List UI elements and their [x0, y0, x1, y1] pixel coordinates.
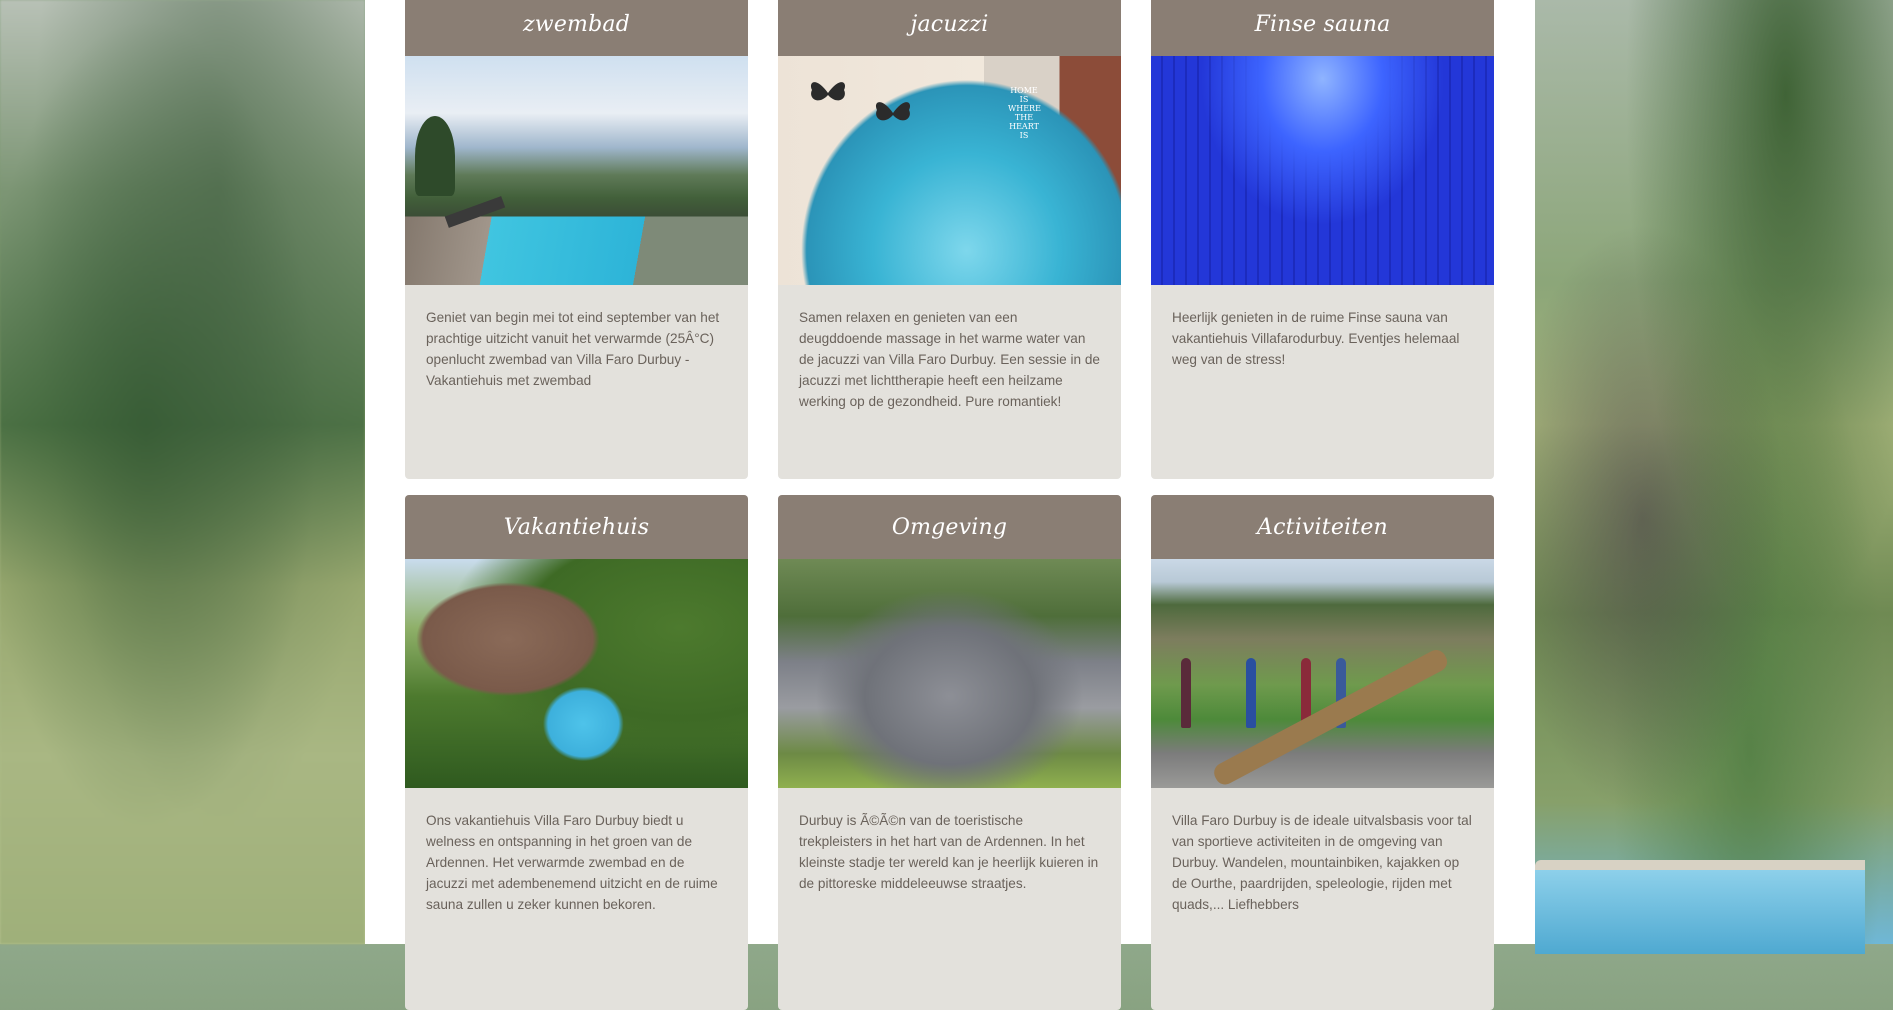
card-title: Omgeving [891, 514, 1008, 540]
card-jacuzzi[interactable]: jacuzzi HOME IS WHERE THE HEART IS Samen… [778, 0, 1121, 479]
content-column: zwembad Geniet van begin mei tot eind se… [365, 0, 1535, 1010]
card-header: jacuzzi [778, 0, 1121, 56]
jacuzzi-photo[interactable]: HOME IS WHERE THE HEART IS [778, 56, 1121, 285]
card-title: Vakantiehuis [503, 514, 650, 540]
card-title: zwembad [523, 12, 630, 37]
card-description: Geniet van begin mei tot eind september … [426, 310, 720, 388]
card-header: Activiteiten [1151, 495, 1494, 559]
background-landscape-left [0, 0, 365, 944]
card-grid: zwembad Geniet van begin mei tot eind se… [405, 0, 1494, 1010]
card-description: Heerlijk genieten in de ruime Finse saun… [1172, 310, 1460, 367]
person-shape [1181, 658, 1191, 728]
card-description: Durbuy is Ã©Ã©n van de toeristische trek… [799, 813, 1099, 891]
card-omgeving[interactable]: Omgeving Durbuy is Ã©Ã©n van de toeristi… [778, 495, 1121, 1010]
sauna-photo[interactable] [1151, 56, 1494, 285]
card-description: Villa Faro Durbuy is de ideale uitvalsba… [1172, 813, 1472, 912]
tree-shape [415, 116, 455, 196]
person-shape [1246, 658, 1256, 728]
butterfly-icon [810, 82, 846, 101]
card-header: Finse sauna [1151, 0, 1494, 56]
card-header: Omgeving [778, 495, 1121, 559]
card-vakantiehuis[interactable]: Vakantiehuis Ons vakantiehuis Villa Faro… [405, 495, 748, 1010]
card-title: Finse sauna [1254, 12, 1391, 37]
card-zwembad[interactable]: zwembad Geniet van begin mei tot eind se… [405, 0, 748, 479]
lounger-shape [444, 196, 506, 228]
vakantiehuis-photo[interactable] [405, 559, 748, 788]
zwembad-photo[interactable] [405, 56, 748, 285]
background-landscape-right [1535, 0, 1893, 944]
butterfly-icon [875, 102, 911, 121]
card-finse-sauna[interactable]: Finse sauna Heerlijk genieten in de ruim… [1151, 0, 1494, 479]
activiteiten-photo[interactable] [1151, 559, 1494, 788]
omgeving-photo[interactable] [778, 559, 1121, 788]
card-activiteiten[interactable]: Activiteiten Villa Faro Durbuy is de ide… [1151, 495, 1494, 1010]
wall-sign: HOME IS WHERE THE HEART IS [1008, 86, 1041, 140]
card-title: jacuzzi [910, 12, 989, 37]
card-header: zwembad [405, 0, 748, 56]
background-pool [1535, 860, 1865, 954]
card-description: Ons vakantiehuis Villa Faro Durbuy biedt… [426, 813, 718, 912]
card-header: Vakantiehuis [405, 495, 748, 559]
card-title: Activiteiten [1257, 514, 1388, 540]
card-description: Samen relaxen en genieten van een deugdd… [799, 310, 1100, 409]
